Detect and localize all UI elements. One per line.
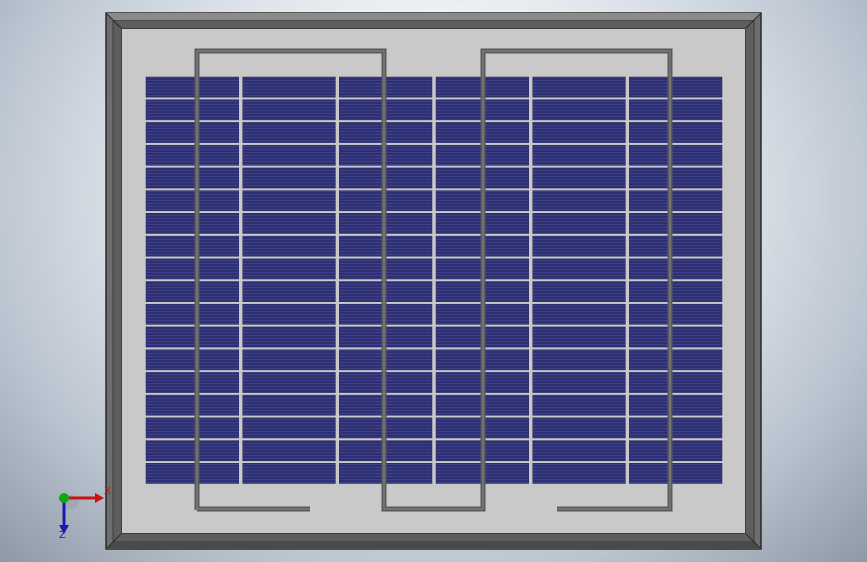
cad-viewport[interactable]: X Z: [0, 0, 867, 562]
solar-cell[interactable]: [145, 122, 239, 143]
solar-cell[interactable]: [242, 144, 336, 166]
x-axis-arrowhead: [95, 493, 104, 503]
solar-cell[interactable]: [532, 440, 626, 462]
solar-cell[interactable]: [242, 303, 336, 325]
solar-cell[interactable]: [629, 349, 723, 371]
solar-cell[interactable]: [532, 144, 626, 166]
solar-cell[interactable]: [629, 213, 723, 234]
solar-cell[interactable]: [629, 190, 723, 212]
solar-cell[interactable]: [629, 303, 723, 325]
solar-cell[interactable]: [629, 76, 723, 98]
solar-cell[interactable]: [242, 76, 336, 98]
solar-cell[interactable]: [145, 213, 239, 234]
solar-cell[interactable]: [629, 258, 723, 280]
solar-cell[interactable]: [532, 122, 626, 143]
solar-cell[interactable]: [532, 281, 626, 302]
solar-cell[interactable]: [532, 167, 626, 189]
solar-cell[interactable]: [145, 349, 239, 371]
solar-cell[interactable]: [242, 372, 336, 393]
solar-cell[interactable]: [629, 235, 723, 257]
solar-cell[interactable]: [242, 167, 336, 189]
solar-cell[interactable]: [145, 144, 239, 166]
solar-cell[interactable]: [629, 326, 723, 348]
solar-cell[interactable]: [242, 463, 336, 484]
solar-cell[interactable]: [145, 190, 239, 212]
solar-cell[interactable]: [629, 440, 723, 462]
solar-cell[interactable]: [242, 326, 336, 348]
solar-cell[interactable]: [242, 281, 336, 302]
solar-cell[interactable]: [532, 394, 626, 416]
solar-cell[interactable]: [532, 190, 626, 212]
solar-cell[interactable]: [242, 417, 336, 439]
solar-cell[interactable]: [242, 349, 336, 371]
solar-cell[interactable]: [532, 258, 626, 280]
solar-cell[interactable]: [242, 122, 336, 143]
solar-cell[interactable]: [532, 235, 626, 257]
solar-cell[interactable]: [145, 463, 239, 484]
solar-cell[interactable]: [532, 303, 626, 325]
solar-cell[interactable]: [629, 167, 723, 189]
solar-cell[interactable]: [629, 122, 723, 143]
solar-cell[interactable]: [242, 213, 336, 234]
solar-cell[interactable]: [145, 235, 239, 257]
solar-cell[interactable]: [145, 303, 239, 325]
solar-cell[interactable]: [145, 281, 239, 302]
solar-cell[interactable]: [242, 99, 336, 121]
solar-cell[interactable]: [629, 417, 723, 439]
solar-cell[interactable]: [145, 76, 239, 98]
solar-cell[interactable]: [532, 417, 626, 439]
solar-cell[interactable]: [242, 190, 336, 212]
triad-x-label: X: [104, 486, 111, 497]
model-canvas[interactable]: [0, 0, 867, 562]
solar-cell[interactable]: [242, 235, 336, 257]
solar-cell[interactable]: [145, 394, 239, 416]
solar-cell[interactable]: [242, 440, 336, 462]
solar-cell[interactable]: [629, 394, 723, 416]
solar-cell[interactable]: [145, 417, 239, 439]
solar-cell[interactable]: [532, 76, 626, 98]
solar-cell[interactable]: [242, 394, 336, 416]
solar-cell[interactable]: [629, 281, 723, 302]
triad-z-label: Z: [59, 530, 66, 541]
solar-cell[interactable]: [532, 213, 626, 234]
y-axis-dot: [59, 493, 69, 503]
coordinate-triad: [59, 493, 104, 534]
solar-cell[interactable]: [145, 258, 239, 280]
solar-cell[interactable]: [532, 326, 626, 348]
solar-cell[interactable]: [629, 463, 723, 484]
solar-cell[interactable]: [629, 99, 723, 121]
solar-cell[interactable]: [629, 372, 723, 393]
solar-cell[interactable]: [532, 349, 626, 371]
solar-cell[interactable]: [145, 326, 239, 348]
solar-cell[interactable]: [145, 99, 239, 121]
solar-cell[interactable]: [242, 258, 336, 280]
solar-cell[interactable]: [145, 440, 239, 462]
solar-cell[interactable]: [629, 144, 723, 166]
solar-cell[interactable]: [532, 372, 626, 393]
solar-cell[interactable]: [532, 99, 626, 121]
solar-cell[interactable]: [532, 463, 626, 484]
solar-cell[interactable]: [145, 372, 239, 393]
solar-cell[interactable]: [145, 167, 239, 189]
